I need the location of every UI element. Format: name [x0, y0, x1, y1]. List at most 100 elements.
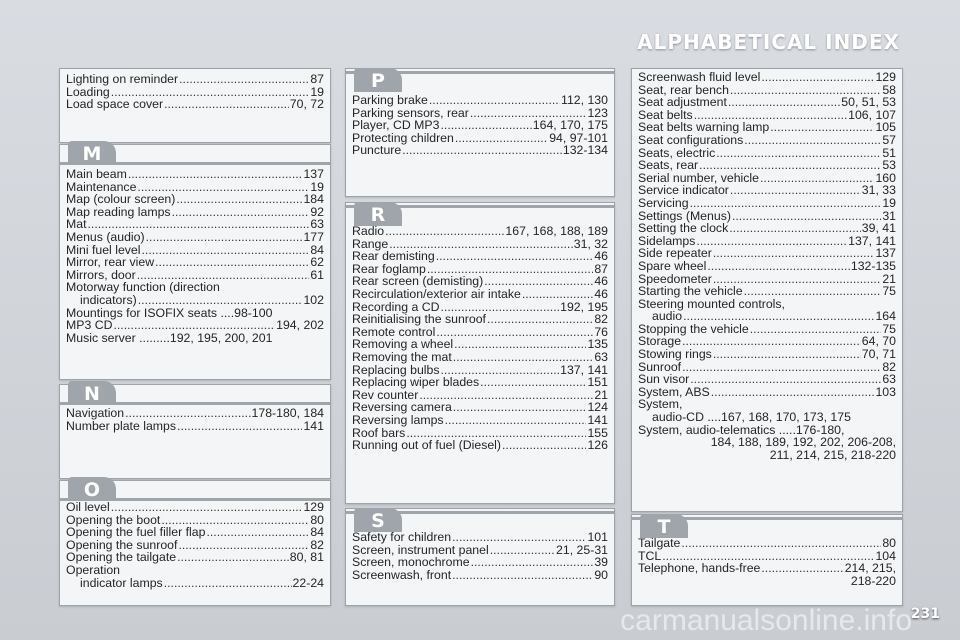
index-entry-label: Radio: [352, 224, 385, 238]
dot-leader: [471, 556, 594, 569]
index-entry-page: 151: [587, 375, 608, 390]
index-entry-page: 129: [875, 70, 896, 84]
index-entry: Mirror, rear view 62: [66, 256, 324, 269]
index-entry: Opening the fuel filler flap 84: [66, 526, 324, 539]
index-entry-label: Servicing: [638, 195, 689, 210]
index-entry-label: Lighting on reminder: [66, 72, 179, 86]
dot-leader: [172, 206, 310, 219]
index-entry: Stowing rings 70, 71: [638, 348, 896, 361]
index-section-m: M Main beam137Maintenance19Map (colour s…: [59, 141, 331, 380]
index-entry-page: 164: [875, 309, 896, 324]
dot-leader: [164, 98, 289, 111]
index-entry: Music server .........192, 195, 200, 201: [66, 330, 324, 345]
index-entry-label: Player, CD MP3: [352, 118, 440, 133]
index-entry-page: 50, 51, 53: [841, 95, 896, 110]
index-entry: Setting the clock 39, 41: [638, 222, 896, 235]
index-entry-label: Mirror, rear view: [66, 255, 155, 270]
index-entry-label: Safety for children: [352, 530, 452, 544]
dot-leader: [487, 313, 593, 326]
index-entry-page: 194, 202: [276, 318, 324, 333]
index-entry: Spare wheel 132-135: [638, 260, 896, 273]
dot-leader: [429, 94, 560, 107]
index-entry-label: 218-220: [850, 573, 896, 588]
index-entry-label: Rear demisting: [352, 249, 435, 264]
entries-s-left: Safety for children101Screen, instrument…: [352, 531, 608, 581]
dot-leader: [440, 119, 531, 132]
entries-l: Lighting on reminder87Loading19Load spac…: [66, 73, 324, 111]
section-letter-m: M: [68, 141, 116, 165]
index-entry-label: Reversing lamps: [352, 412, 444, 427]
index-entry: Player, CD MP3 164, 170, 175: [352, 119, 608, 132]
index-entry-label: Main beam: [66, 167, 127, 181]
index-entry-label: 211, 214, 215, 218-220: [769, 447, 896, 462]
index-entry: Reinitialising the sunroof 82: [352, 313, 608, 326]
index-entry-page: 19: [882, 195, 896, 210]
index-entry-label: audio: [652, 309, 683, 324]
index-entry-page: 70, 72: [289, 97, 324, 112]
index-entry: indicator lamps 22-24: [66, 575, 324, 590]
index-entry-label: Operation: [66, 562, 121, 577]
index-entry: Map reading lamps92: [66, 206, 324, 219]
dot-leader: [111, 501, 303, 514]
index-entry-label: Menus (audio): [66, 229, 145, 244]
index-entry-label: Stowing rings: [638, 347, 712, 362]
dot-leader: [176, 193, 302, 206]
index-section-t: T Tailgate80TCL104Telephone, hands-free2…: [631, 514, 903, 606]
index-entry-label: Seat configurations: [638, 132, 744, 147]
index-entry-label: Opening the fuel filler flap: [66, 525, 206, 540]
index-entry-label: Seat adjustment: [638, 95, 727, 110]
index-entry-label: Load space cover: [66, 97, 164, 112]
index-entry-label: Oil level: [66, 500, 110, 514]
section-letter-s: S: [354, 508, 402, 532]
dot-leader: [453, 351, 594, 364]
dot-leader: [502, 439, 586, 452]
dot-leader: [452, 531, 586, 544]
dot-leader: [453, 401, 587, 414]
dot-leader: [490, 544, 555, 557]
index-entry-label: Spare wheel: [638, 258, 707, 273]
index-entry-page: 141: [303, 418, 324, 433]
index-entry-page: 53: [882, 158, 896, 173]
index-entry-page: 103: [875, 384, 896, 399]
index-entry-label: Screenwash fluid level: [638, 70, 761, 84]
index-entry-page: 80: [882, 536, 896, 550]
dot-leader: [128, 168, 303, 181]
dot-leader: [760, 172, 874, 185]
index-entry-label: Music server .........192, 195, 200, 201: [66, 330, 273, 345]
index-entry-label: indicator lamps: [80, 575, 163, 590]
dot-leader: [690, 373, 881, 386]
entries-o: Oil level129Opening the boot80Opening th…: [66, 501, 324, 589]
index-entry: Seats, rear 53: [638, 159, 896, 172]
dot-leader: [155, 256, 309, 269]
section-letter-p: P: [354, 68, 402, 92]
index-entry-page: 80, 81: [289, 550, 324, 565]
index-section-n: N Navigation178-180, 184Number plate lam…: [59, 381, 331, 479]
entries-r: Radio167, 168, 188, 189Range31, 32Rear d…: [352, 225, 608, 452]
index-entry-page: 137: [303, 167, 324, 181]
dot-leader: [744, 134, 881, 147]
index-entry: Main beam 137: [66, 168, 324, 181]
index-entry: Servicing 19: [638, 197, 896, 210]
index-entry: Reversing lamps 141: [352, 414, 608, 427]
index-entry-label: Running out of fuel (Diesel): [352, 438, 502, 453]
dot-leader: [177, 420, 302, 433]
index-entry-label: Recirculation/exterior air intake: [352, 286, 521, 301]
index-entry: Radio 167, 168, 188, 189: [352, 225, 608, 238]
index-section-p: P Parking brake112, 130Parking sensors, …: [345, 68, 615, 197]
index-entry-page: 126: [587, 438, 608, 453]
index-entry-page: 84: [310, 525, 324, 540]
index-entry: 218-220: [638, 573, 896, 588]
dot-leader: [699, 159, 881, 172]
dot-leader: [716, 147, 881, 160]
index-entry-label: Screen, monochrome: [352, 555, 470, 570]
dot-leader: [402, 144, 562, 157]
index-entry-page: 129: [303, 500, 324, 514]
dot-leader: [385, 225, 504, 238]
index-entry-page: 90: [594, 567, 608, 582]
index-section-s-right: Screenwash fluid level129Seat, rear benc…: [631, 68, 903, 512]
dot-leader: [690, 197, 882, 210]
dot-leader: [729, 222, 861, 235]
index-entry-page: 164, 170, 175: [532, 118, 608, 133]
dot-leader: [452, 569, 593, 582]
dot-leader: [480, 376, 586, 389]
